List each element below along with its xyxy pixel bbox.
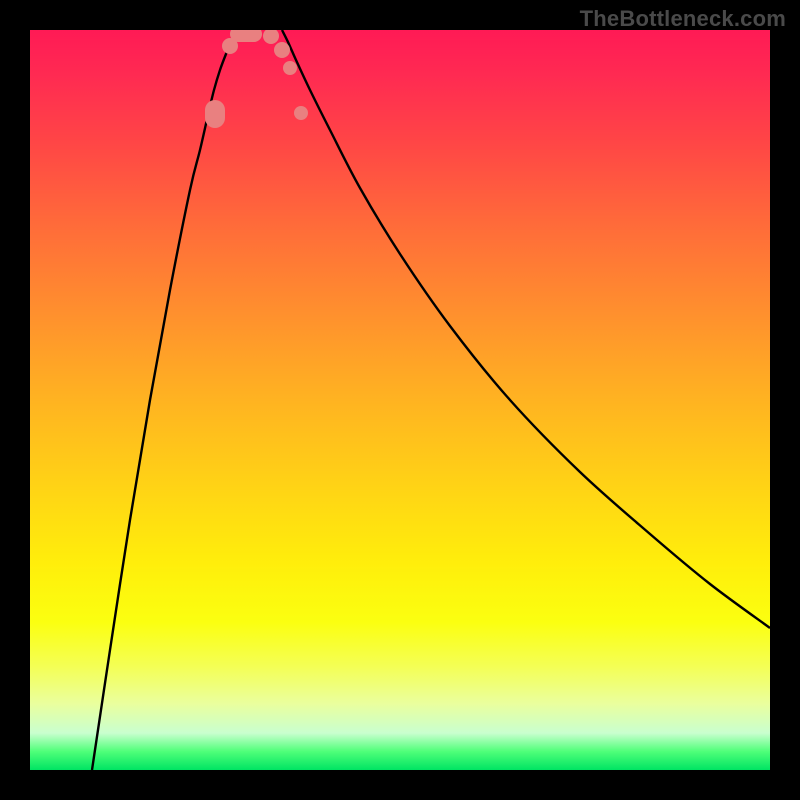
chart-frame: TheBottleneck.com (0, 0, 800, 800)
data-marker (274, 42, 290, 58)
left-curve (92, 30, 238, 770)
curve-layer (30, 30, 770, 770)
data-marker (230, 30, 262, 42)
data-marker (205, 100, 225, 128)
plot-area (30, 30, 770, 770)
data-marker (283, 61, 297, 75)
data-marker (294, 106, 308, 120)
data-markers (205, 30, 308, 128)
data-marker (263, 30, 279, 44)
right-curve (282, 30, 770, 628)
watermark-text: TheBottleneck.com (580, 6, 786, 32)
